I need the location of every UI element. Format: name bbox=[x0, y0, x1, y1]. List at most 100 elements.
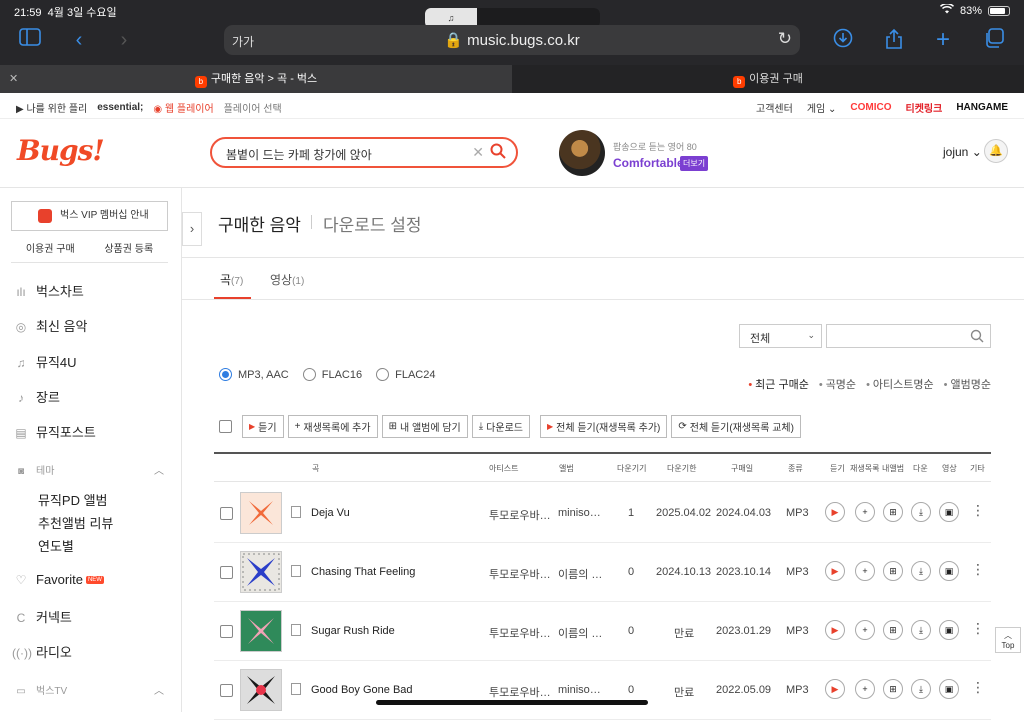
filter-select[interactable]: 전체 ⌄ bbox=[739, 324, 822, 348]
listen-all-replace-button[interactable]: ⟳ 전체 듣기(재생목록 교체) bbox=[671, 415, 801, 438]
row-checkbox[interactable] bbox=[220, 684, 233, 697]
row-download-icon[interactable]: ⤓ bbox=[911, 502, 931, 522]
listen-button[interactable]: ▶ 듣기 bbox=[242, 415, 284, 438]
sidebar-item-pd-album[interactable]: 뮤직PD 앨범 bbox=[38, 490, 108, 509]
row-add-album-icon[interactable]: ⊞ bbox=[883, 620, 903, 640]
sidebar-item-music4u[interactable]: ♫ 뮤직4U bbox=[12, 352, 77, 371]
row-video-icon[interactable]: ▣ bbox=[939, 620, 959, 640]
song-title[interactable]: Deja Vu bbox=[311, 507, 350, 519]
chevron-up-icon[interactable]: ︿ bbox=[154, 462, 164, 477]
song-artist[interactable]: 투모로우바… bbox=[489, 507, 551, 523]
tab-purchased-music[interactable]: ✕ b 구매한 음악 > 곡 - 벅스 bbox=[0, 65, 512, 93]
more-options-icon[interactable]: ⋮ bbox=[971, 620, 985, 637]
row-download-icon[interactable]: ⤓ bbox=[911, 679, 931, 699]
song-album[interactable]: 이름의 … bbox=[558, 625, 602, 641]
web-player-link[interactable]: ◉ 웹 플레이어 bbox=[153, 100, 213, 115]
vip-membership-button[interactable]: 벅스 VIP 멤버십 안내 bbox=[11, 201, 168, 231]
sort-album[interactable]: • 앨범명순 bbox=[944, 376, 991, 392]
song-album[interactable]: miniso… bbox=[558, 684, 601, 696]
back-icon[interactable]: ‹ bbox=[66, 28, 92, 52]
share-icon[interactable] bbox=[881, 28, 907, 52]
sidebar-item-radio[interactable]: ((·)) 라디오 bbox=[12, 642, 72, 661]
purchase-search-input[interactable] bbox=[826, 324, 991, 348]
buy-voucher-link[interactable]: 이용권 구매 bbox=[26, 240, 75, 255]
row-play-icon[interactable]: ▶ bbox=[825, 561, 845, 581]
more-options-icon[interactable]: ⋮ bbox=[971, 561, 985, 578]
scroll-top-button[interactable]: ︿ Top bbox=[995, 627, 1021, 653]
address-bar[interactable]: 가가 🔒 music.bugs.co.kr ↻ bbox=[224, 25, 800, 55]
sort-artist[interactable]: • 아티스트명순 bbox=[866, 376, 934, 392]
sidebar-item-new-music[interactable]: ◎ 최신 음악 bbox=[12, 316, 88, 335]
essential-link[interactable]: essential; bbox=[97, 102, 143, 113]
lyrics-icon[interactable] bbox=[291, 506, 301, 518]
row-play-icon[interactable]: ▶ bbox=[825, 679, 845, 699]
download-settings-link[interactable]: 다운로드 설정 bbox=[323, 211, 422, 236]
row-add-playlist-icon[interactable]: + bbox=[855, 679, 875, 699]
new-tab-icon[interactable]: + bbox=[930, 28, 956, 52]
sidebar-item-by-year[interactable]: 연도별 bbox=[38, 536, 74, 555]
row-video-icon[interactable]: ▣ bbox=[939, 679, 959, 699]
download-icon[interactable] bbox=[830, 28, 856, 52]
bugs-logo[interactable]: Bugs! bbox=[17, 134, 105, 167]
row-add-album-icon[interactable]: ⊞ bbox=[883, 502, 903, 522]
listen-all-add-button[interactable]: ▶ 전체 듣기(재생목록 추가) bbox=[539, 415, 668, 438]
row-play-icon[interactable]: ▶ bbox=[825, 502, 845, 522]
format-flac24-radio[interactable]: FLAC24 bbox=[376, 368, 435, 381]
song-artist[interactable]: 투모로우바… bbox=[489, 625, 551, 641]
bell-icon[interactable]: 🔔 bbox=[984, 139, 1008, 163]
player-select-link[interactable]: 플레이어 선택 bbox=[224, 100, 282, 115]
tab-songs[interactable]: 곡(7) bbox=[220, 271, 243, 288]
sidebar-item-connect[interactable]: C 커넥트 bbox=[12, 607, 72, 626]
download-button[interactable]: ⤓ 다운로드 bbox=[471, 415, 530, 438]
sidebar-section-theme[interactable]: ◙ 테마 bbox=[12, 462, 54, 477]
forward-icon[interactable]: › bbox=[111, 28, 137, 52]
tab-voucher-purchase[interactable]: b 이용권 구매 bbox=[512, 65, 1024, 93]
album-art[interactable] bbox=[240, 551, 282, 593]
row-add-playlist-icon[interactable]: + bbox=[855, 561, 875, 581]
close-tab-icon[interactable]: ✕ bbox=[9, 65, 18, 93]
game-menu[interactable]: 게임 ⌄ bbox=[807, 100, 837, 115]
reload-icon[interactable]: ↻ bbox=[778, 29, 792, 49]
song-album[interactable]: miniso… bbox=[558, 507, 601, 519]
sidebar-section-bugstv[interactable]: ▭ 벅스TV bbox=[12, 682, 67, 697]
sidebar-item-favorite[interactable]: ♡ Favorite NEW bbox=[12, 572, 104, 587]
lyrics-icon[interactable] bbox=[291, 565, 301, 577]
sort-title[interactable]: • 곡명순 bbox=[819, 376, 856, 392]
clear-search-icon[interactable]: ✕ bbox=[472, 144, 484, 161]
sidebar-toggle-icon[interactable] bbox=[17, 28, 43, 52]
row-add-playlist-icon[interactable]: + bbox=[855, 620, 875, 640]
comico-link[interactable]: COMICO bbox=[850, 102, 891, 113]
album-art[interactable] bbox=[240, 492, 282, 534]
search-input[interactable]: 봄볕이 드는 카페 창가에 앉아 ✕ bbox=[210, 137, 518, 168]
select-all-checkbox[interactable] bbox=[219, 420, 232, 433]
song-artist[interactable]: 투모로우바… bbox=[489, 566, 551, 582]
format-mp3-radio[interactable]: MP3, AAC bbox=[219, 368, 289, 381]
row-video-icon[interactable]: ▣ bbox=[939, 502, 959, 522]
search-icon[interactable] bbox=[490, 143, 506, 159]
sort-recent[interactable]: • 최근 구매순 bbox=[748, 376, 809, 392]
search-icon[interactable] bbox=[970, 329, 984, 343]
song-title[interactable]: Chasing That Feeling bbox=[311, 566, 415, 578]
row-download-icon[interactable]: ⤓ bbox=[911, 620, 931, 640]
song-title[interactable]: Good Boy Gone Bad bbox=[311, 684, 413, 696]
row-checkbox[interactable] bbox=[220, 625, 233, 638]
more-options-icon[interactable]: ⋮ bbox=[971, 502, 985, 519]
hangame-link[interactable]: HANGAME bbox=[956, 102, 1008, 113]
row-video-icon[interactable]: ▣ bbox=[939, 561, 959, 581]
song-title[interactable]: Sugar Rush Ride bbox=[311, 625, 395, 637]
song-artist[interactable]: 투모로우바… bbox=[489, 684, 551, 700]
promo-more-button[interactable]: 더보기 bbox=[680, 156, 709, 171]
row-checkbox[interactable] bbox=[220, 507, 233, 520]
format-flac16-radio[interactable]: FLAC16 bbox=[302, 368, 362, 381]
row-download-icon[interactable]: ⤓ bbox=[911, 561, 931, 581]
tabs-overview-icon[interactable] bbox=[981, 28, 1007, 52]
register-coupon-link[interactable]: 상품권 등록 bbox=[104, 240, 153, 255]
support-link[interactable]: 고객센터 bbox=[756, 100, 793, 115]
add-my-album-button[interactable]: ⊞ 내 앨범에 담기 bbox=[381, 415, 468, 438]
more-options-icon[interactable]: ⋮ bbox=[971, 679, 985, 696]
add-playlist-button[interactable]: + 재생목록에 추가 bbox=[287, 415, 378, 438]
ticketlink-link[interactable]: 티켓링크 bbox=[906, 100, 943, 115]
sidebar-item-genre[interactable]: ♪ 장르 bbox=[12, 387, 60, 406]
chevron-up-icon[interactable]: ︿ bbox=[154, 682, 164, 697]
song-album[interactable]: 이름의 … bbox=[558, 566, 602, 582]
